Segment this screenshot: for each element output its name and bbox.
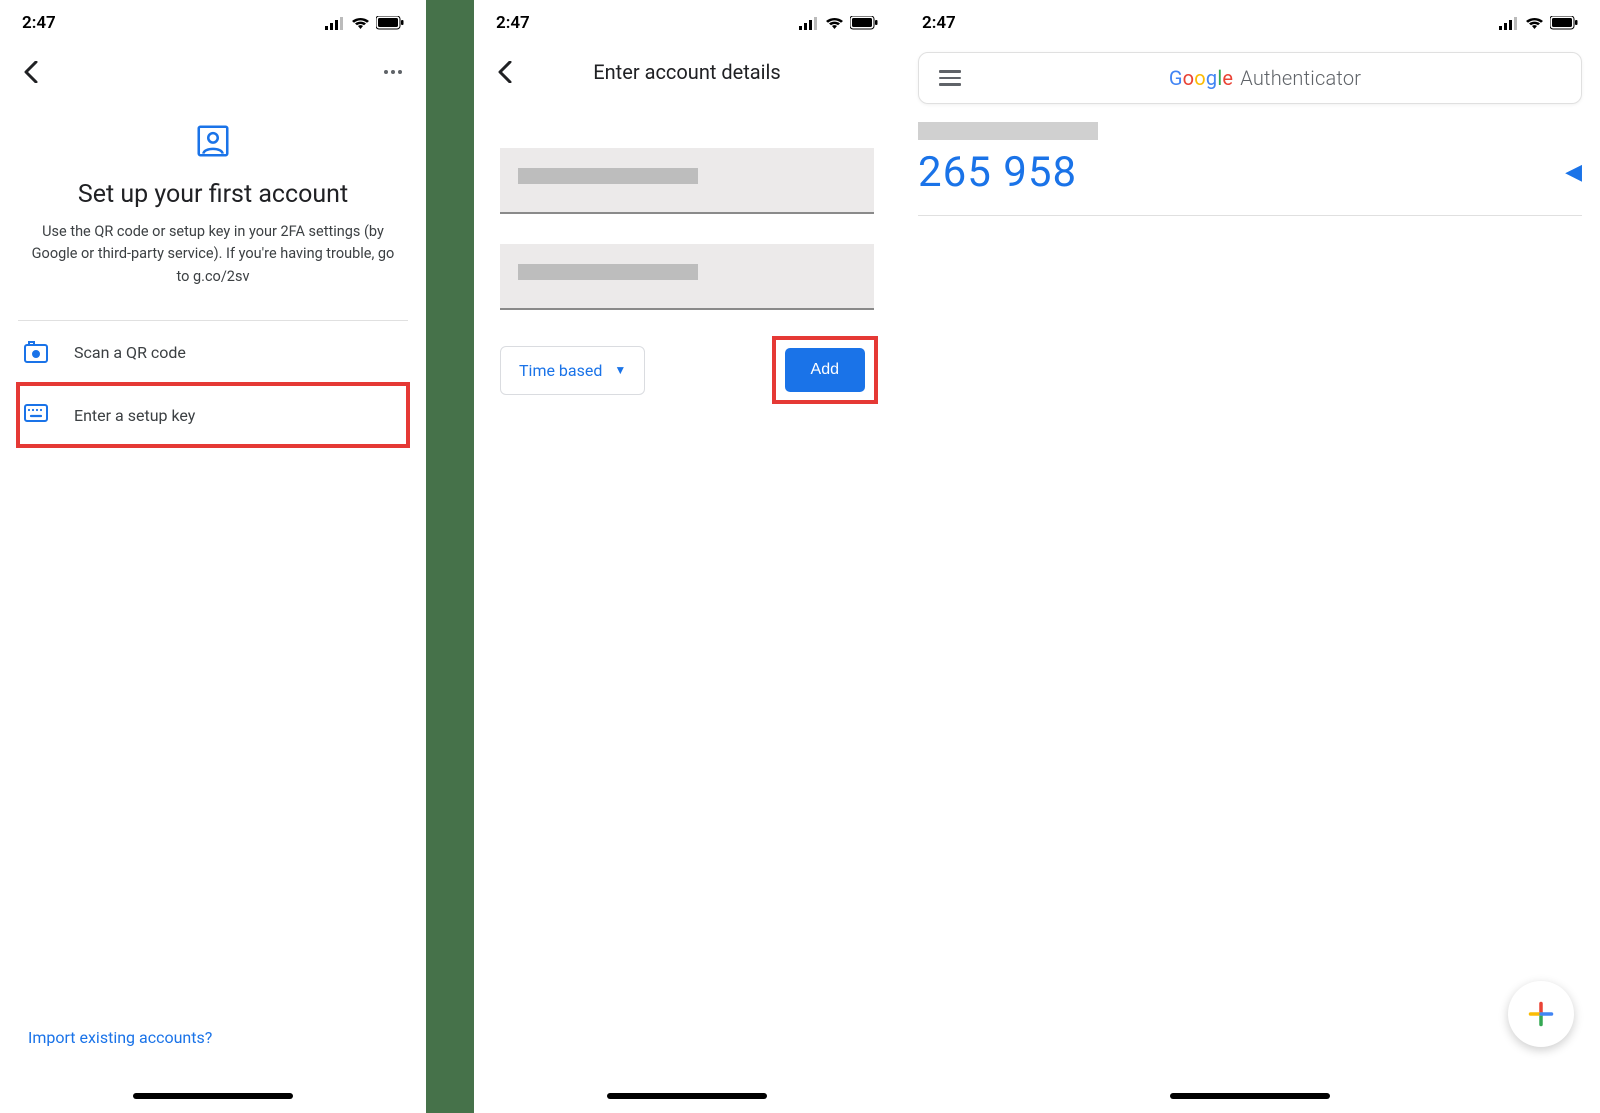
setup-heading: Set up your first account (18, 180, 408, 209)
type-label: Time based (519, 361, 602, 380)
status-icons (799, 16, 878, 30)
status-time: 2:47 (922, 13, 956, 33)
setup-body: Set up your first account Use the QR cod… (0, 96, 426, 446)
type-dropdown[interactable]: Time based ▼ (500, 346, 645, 395)
option-key-label: Enter a setup key (74, 406, 195, 425)
add-button[interactable]: Add (785, 348, 865, 392)
status-bar: 2:47 (900, 0, 1600, 40)
back-button[interactable] (492, 59, 518, 85)
home-indicator (133, 1093, 293, 1099)
option-scan-qr[interactable]: Scan a QR code (18, 321, 408, 384)
timer-icon: ◀ (1565, 160, 1582, 185)
home-indicator (607, 1093, 767, 1099)
app-title: Google Authenticator (965, 66, 1565, 90)
status-bar: 2:47 (0, 0, 426, 40)
keyboard-icon (24, 404, 48, 426)
option-enter-key[interactable]: Enter a setup key (18, 384, 408, 446)
battery-icon (850, 16, 878, 30)
add-highlight: Add (776, 340, 874, 400)
cellular-icon (1499, 17, 1519, 30)
menu-button[interactable] (935, 66, 965, 90)
camera-icon (24, 341, 48, 363)
cellular-icon (799, 17, 819, 30)
setup-description: Use the QR code or setup key in your 2FA… (18, 221, 408, 288)
screen-title: Enter account details (474, 60, 900, 84)
wifi-icon (351, 16, 370, 30)
battery-icon (376, 16, 404, 30)
more-button[interactable] (378, 64, 408, 80)
nav-bar: Enter account details (474, 40, 900, 96)
wifi-icon (825, 16, 844, 30)
chevron-down-icon: ▼ (614, 363, 626, 377)
auth-code: 265 958 (918, 148, 1077, 197)
details-body: Time based ▼ Add (474, 96, 900, 400)
status-bar: 2:47 (474, 0, 900, 40)
option-scan-label: Scan a QR code (74, 343, 186, 362)
home-indicator (1170, 1093, 1330, 1099)
status-time: 2:47 (496, 13, 530, 33)
phone-enter-details-screen: 2:47 Enter account details Time based ▼ … (474, 0, 900, 1113)
battery-icon (1550, 16, 1578, 30)
account-hero-icon (194, 122, 232, 160)
status-icons (325, 16, 404, 30)
phone-code-screen: 2:47 Google Authenticator 265 958 ◀ (900, 0, 1600, 1113)
code-row[interactable]: 265 958 ◀ (918, 148, 1582, 216)
nav-bar (0, 40, 426, 96)
cellular-icon (325, 17, 345, 30)
status-time: 2:47 (22, 13, 56, 33)
status-icons (1499, 16, 1578, 30)
app-bar: Google Authenticator (918, 52, 1582, 104)
back-button[interactable] (18, 59, 44, 85)
phone-setup-screen: 2:47 Set up your first account Use the Q… (0, 0, 426, 1113)
account-name-redacted (918, 122, 1098, 140)
wifi-icon (1525, 16, 1544, 30)
account-name-input[interactable] (500, 148, 874, 214)
key-input[interactable] (500, 244, 874, 310)
import-accounts-link[interactable]: Import existing accounts? (28, 1028, 212, 1047)
code-body: 265 958 ◀ (900, 122, 1600, 216)
add-account-fab[interactable] (1508, 981, 1574, 1047)
